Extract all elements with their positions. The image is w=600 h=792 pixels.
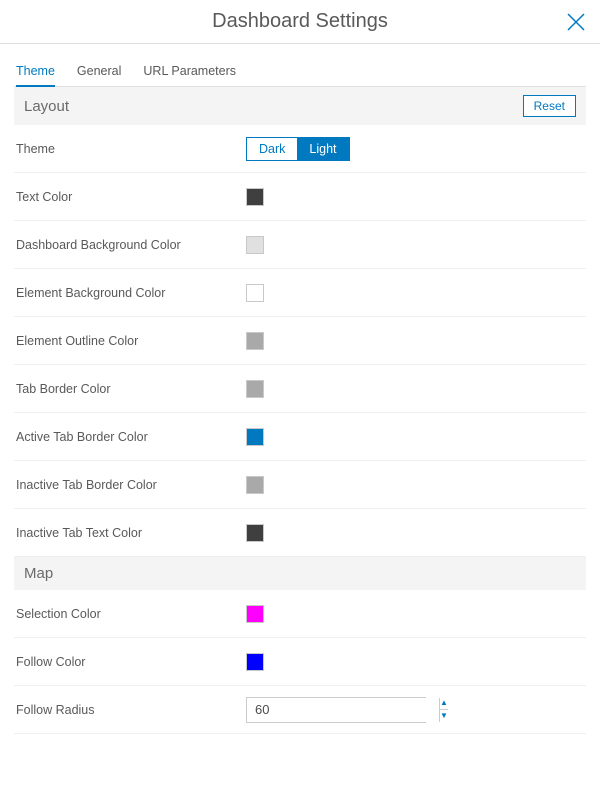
label-selection-color: Selection Color [16, 607, 246, 621]
label-inactive-tab-text-color: Inactive Tab Text Color [16, 526, 246, 540]
row-element-bg-color: Element Background Color [14, 269, 586, 317]
swatch-follow-color[interactable] [246, 653, 264, 671]
label-follow-color: Follow Color [16, 655, 246, 669]
label-follow-radius: Follow Radius [16, 703, 246, 717]
row-tab-border-color: Tab Border Color [14, 365, 586, 413]
swatch-inactive-tab-border-color[interactable] [246, 476, 264, 494]
theme-toggle-light[interactable]: Light [297, 138, 348, 160]
row-inactive-tab-border-color: Inactive Tab Border Color [14, 461, 586, 509]
label-inactive-tab-border-color: Inactive Tab Border Color [16, 478, 246, 492]
reset-button[interactable]: Reset [523, 95, 576, 117]
close-button[interactable] [562, 8, 590, 36]
settings-scroll-area[interactable]: Layout Reset Theme Dark Light Text Color… [14, 87, 592, 792]
label-dashboard-bg-color: Dashboard Background Color [16, 238, 246, 252]
tab-url-parameters[interactable]: URL Parameters [143, 58, 236, 86]
swatch-element-bg-color[interactable] [246, 284, 264, 302]
section-header-layout: Layout Reset [14, 87, 586, 125]
chevron-up-icon: ▲ [440, 699, 448, 707]
row-active-tab-border-color: Active Tab Border Color [14, 413, 586, 461]
swatch-inactive-tab-text-color[interactable] [246, 524, 264, 542]
row-follow-color: Follow Color [14, 638, 586, 686]
follow-radius-input-wrap: ▲ ▼ [246, 697, 426, 723]
row-follow-radius: Follow Radius ▲ ▼ [14, 686, 586, 734]
label-element-bg-color: Element Background Color [16, 286, 246, 300]
swatch-dashboard-bg-color[interactable] [246, 236, 264, 254]
control-theme: Dark Light [246, 137, 582, 161]
tab-bar: Theme General URL Parameters [14, 58, 586, 87]
swatch-active-tab-border-color[interactable] [246, 428, 264, 446]
follow-radius-stepper: ▲ ▼ [439, 698, 448, 722]
section-title-layout: Layout [24, 98, 69, 115]
section-header-map: Map [14, 557, 586, 590]
label-element-outline-color: Element Outline Color [16, 334, 246, 348]
row-inactive-tab-text-color: Inactive Tab Text Color [14, 509, 586, 557]
dialog-body: Theme General URL Parameters Layout Rese… [0, 44, 600, 792]
stepper-down[interactable]: ▼ [440, 710, 448, 722]
label-active-tab-border-color: Active Tab Border Color [16, 430, 246, 444]
theme-toggle-dark[interactable]: Dark [247, 138, 297, 160]
stepper-up[interactable]: ▲ [440, 698, 448, 711]
row-text-color: Text Color [14, 173, 586, 221]
row-element-outline-color: Element Outline Color [14, 317, 586, 365]
swatch-element-outline-color[interactable] [246, 332, 264, 350]
section-title-map: Map [24, 565, 53, 582]
follow-radius-input[interactable] [247, 698, 439, 722]
row-dashboard-bg-color: Dashboard Background Color [14, 221, 586, 269]
label-text-color: Text Color [16, 190, 246, 204]
chevron-down-icon: ▼ [440, 712, 448, 720]
theme-toggle-group: Dark Light [246, 137, 350, 161]
tab-general[interactable]: General [77, 58, 121, 86]
swatch-selection-color[interactable] [246, 605, 264, 623]
label-tab-border-color: Tab Border Color [16, 382, 246, 396]
dialog-header: Dashboard Settings [0, 0, 600, 44]
row-selection-color: Selection Color [14, 590, 586, 638]
swatch-text-color[interactable] [246, 188, 264, 206]
row-theme: Theme Dark Light [14, 125, 586, 173]
label-theme: Theme [16, 142, 246, 156]
swatch-tab-border-color[interactable] [246, 380, 264, 398]
tab-theme[interactable]: Theme [16, 58, 55, 86]
dialog-title: Dashboard Settings [212, 10, 388, 33]
close-icon [565, 11, 587, 33]
